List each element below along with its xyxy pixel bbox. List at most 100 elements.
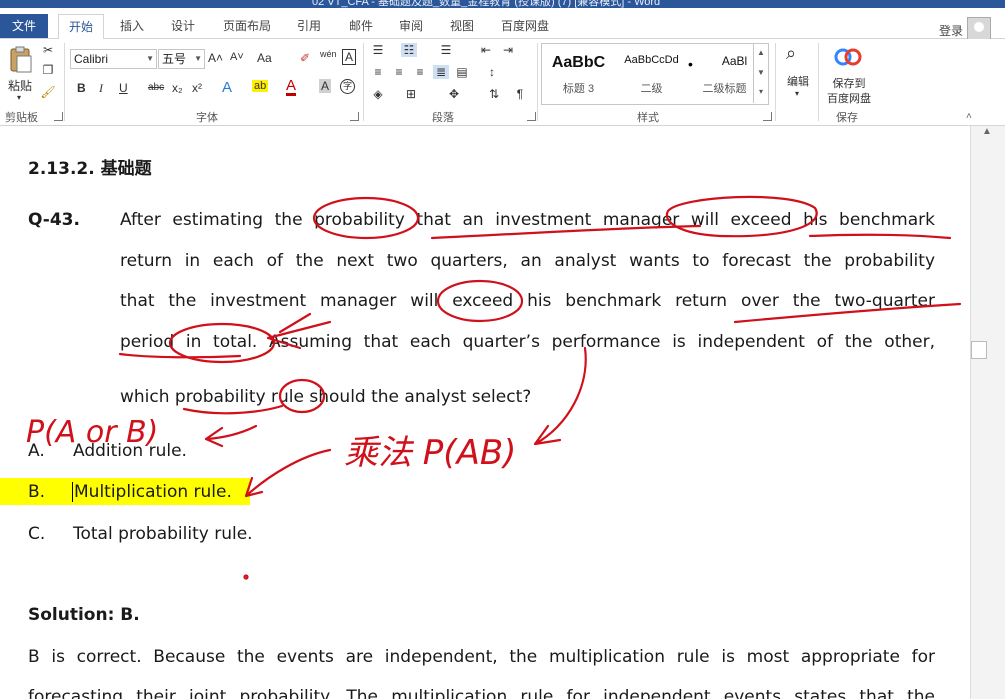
- font-color-button[interactable]: A: [286, 78, 297, 96]
- login-link[interactable]: 登录: [939, 22, 963, 39]
- shading-icon[interactable]: ◈: [370, 87, 386, 101]
- paste-dropdown-icon[interactable]: ▾: [17, 93, 21, 102]
- save-to-baidu-label: 百度网盘: [827, 93, 871, 105]
- text-effects-button[interactable]: A: [222, 79, 232, 96]
- align-right-icon[interactable]: ≡: [412, 65, 428, 79]
- bullets-icon[interactable]: ☰: [370, 43, 386, 57]
- paste-icon[interactable]: [8, 45, 34, 75]
- font-name-combo[interactable]: Calibri ▼: [70, 49, 157, 69]
- character-border-button[interactable]: A: [342, 49, 357, 65]
- increase-indent-icon[interactable]: ⇥: [500, 43, 516, 57]
- chevron-down-icon[interactable]: ▾: [795, 89, 799, 98]
- document-page[interactable]: 2.13.2. 基础题 Q-43. After estimating the p…: [0, 126, 970, 699]
- editing-button[interactable]: 编辑: [784, 73, 812, 89]
- align-center-icon[interactable]: ≡: [391, 65, 407, 79]
- vertical-scrollbar[interactable]: ▲: [970, 126, 1005, 699]
- tab-insert[interactable]: 插入: [112, 14, 152, 38]
- subscript-button[interactable]: x₂: [172, 81, 183, 95]
- borders-icon[interactable]: ⊞: [403, 87, 419, 101]
- enclose-character-button[interactable]: 字: [340, 79, 355, 94]
- format-painter-icon[interactable]: 🖌: [40, 85, 56, 99]
- italic-button[interactable]: I: [99, 81, 103, 96]
- title-bar: 02 VT_CFA - 基础题及题_数量_金程教育 (授课版) (7) [兼容模…: [0, 0, 1005, 8]
- multilevel-list-icon[interactable]: ☰: [438, 43, 454, 57]
- underline-button[interactable]: U: [119, 81, 128, 95]
- style-sample: AaBbCcDd: [624, 54, 679, 66]
- tab-review[interactable]: 审阅: [391, 14, 431, 38]
- question-number: Q-43.: [28, 210, 80, 230]
- show-marks-icon[interactable]: ¶: [512, 87, 528, 101]
- solution-text-cut: forecasting their joint probability. The…: [28, 687, 935, 699]
- decrease-indent-icon[interactable]: ⇤: [478, 43, 494, 57]
- scroll-up-icon[interactable]: ▲: [754, 43, 768, 63]
- shrink-font-button[interactable]: A˅: [230, 51, 244, 63]
- group-divider: [818, 43, 819, 121]
- paste-button[interactable]: 粘贴: [8, 77, 32, 94]
- tab-home[interactable]: 开始: [58, 14, 104, 40]
- justify-icon[interactable]: ≣: [433, 65, 449, 79]
- sort-icon[interactable]: ⇅: [486, 87, 502, 101]
- tab-baidu-netdisk[interactable]: 百度网盘: [495, 14, 555, 38]
- line-spacing-icon[interactable]: ↕: [484, 65, 500, 79]
- styles-gallery: AaBbC 标题 3 AaBbCcDd 二级 • AaBl 二级标题: [541, 43, 769, 105]
- tab-file[interactable]: 文件: [0, 14, 48, 38]
- grow-font-button[interactable]: A˄: [208, 51, 223, 65]
- solution-text: B is correct. Because the events are ind…: [28, 647, 935, 667]
- clipboard-launcher-icon[interactable]: [54, 112, 63, 121]
- scroll-down-icon[interactable]: ▼: [754, 63, 768, 83]
- style-level-2[interactable]: AaBbCcDd 二级: [615, 44, 688, 102]
- styles-launcher-icon[interactable]: [763, 112, 772, 121]
- font-group-label: 字体: [196, 112, 218, 124]
- tab-mailings[interactable]: 邮件: [341, 14, 381, 38]
- question-line: After estimating the probability that an…: [120, 210, 935, 230]
- chinese-layout-icon[interactable]: ✥: [446, 87, 462, 101]
- character-shading-button[interactable]: A: [319, 79, 332, 93]
- option-letter: A.: [28, 441, 45, 461]
- group-divider: [64, 43, 65, 121]
- font-size-combo[interactable]: 五号 ▼: [158, 49, 205, 69]
- phonetic-guide-button[interactable]: wén: [320, 49, 337, 59]
- more-styles-icon[interactable]: ▾: [754, 83, 768, 101]
- bold-button[interactable]: B: [77, 81, 86, 95]
- tab-view[interactable]: 视图: [442, 14, 482, 38]
- binoculars-icon[interactable]: ⌕: [786, 43, 796, 64]
- align-left-icon[interactable]: ≡: [370, 65, 386, 79]
- tab-page-layout[interactable]: 页面布局: [217, 14, 277, 38]
- style-heading-3[interactable]: AaBbC 标题 3: [542, 44, 615, 102]
- question-line: which probability rule should the analys…: [120, 387, 532, 407]
- text-cursor: [72, 482, 73, 502]
- style-sample: AaBbC: [551, 54, 606, 71]
- chevron-down-icon[interactable]: ▼: [146, 50, 154, 68]
- ink-dot: [243, 574, 249, 580]
- clear-format-icon[interactable]: ✐: [300, 51, 310, 65]
- save-to-baidu-button[interactable]: 保存到: [824, 75, 874, 91]
- scroll-thumb[interactable]: [971, 341, 987, 359]
- styles-gallery-scroll[interactable]: ▲ ▼ ▾: [753, 43, 768, 103]
- chevron-down-icon[interactable]: ▼: [194, 50, 202, 68]
- change-case-button[interactable]: Aa: [257, 51, 272, 65]
- font-launcher-icon[interactable]: [350, 112, 359, 121]
- tab-references[interactable]: 引用: [289, 14, 329, 38]
- tab-design[interactable]: 设计: [163, 14, 203, 38]
- font-size-value: 五号: [162, 52, 187, 66]
- strikethrough-button[interactable]: abc: [148, 82, 164, 93]
- avatar[interactable]: [967, 17, 991, 41]
- cut-icon[interactable]: ✂: [40, 43, 56, 57]
- question-line: that the investment manager will exceed …: [120, 291, 935, 311]
- paragraph-launcher-icon[interactable]: [527, 112, 536, 121]
- style-level-2-heading[interactable]: AaBl 二级标题: [688, 44, 761, 102]
- collapse-ribbon-icon[interactable]: ˄: [966, 111, 972, 122]
- ink-arrow: [533, 346, 587, 446]
- ribbon-tab-row: 文件 开始 插入 设计 页面布局 引用 邮件 审阅 视图 百度网盘 登录: [0, 8, 1005, 41]
- ink-underline: [808, 233, 952, 240]
- superscript-button[interactable]: x²: [192, 81, 202, 95]
- group-divider: [537, 43, 538, 121]
- distributed-icon[interactable]: ▤: [454, 65, 470, 79]
- baidu-cloud-icon[interactable]: [834, 43, 862, 69]
- highlight-color-button[interactable]: ab: [252, 80, 269, 92]
- solution-heading: Solution: B.: [28, 605, 140, 625]
- save-group-label: 保存: [836, 112, 858, 124]
- numbering-icon[interactable]: ☷: [401, 43, 417, 57]
- copy-icon[interactable]: ❐: [40, 63, 56, 77]
- scroll-up-icon[interactable]: ▲: [982, 126, 992, 137]
